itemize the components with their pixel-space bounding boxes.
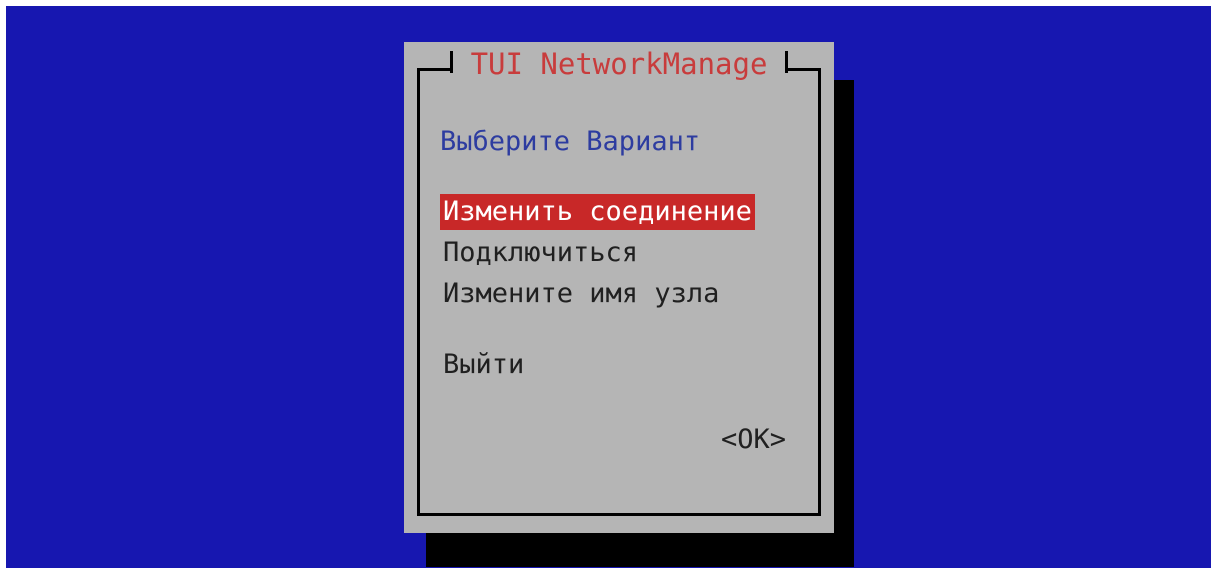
dialog-frame-bottom bbox=[417, 513, 821, 516]
menu-item-edit-connection[interactable]: Изменить соединение bbox=[440, 194, 755, 230]
menu-item-set-hostname[interactable]: Измените имя узла bbox=[440, 276, 722, 312]
menu-item-quit[interactable]: Выйти bbox=[440, 347, 527, 383]
dialog-title: TUI NetworkManage bbox=[470, 47, 768, 81]
dialog-frame-right bbox=[818, 68, 821, 516]
select-option-prompt: Выберите Вариант bbox=[440, 126, 701, 157]
dialog-frame-top-right bbox=[785, 51, 821, 73]
dialog-frame-top-left bbox=[417, 51, 453, 73]
network-manager-dialog: TUI NetworkManage Выберите Вариант Измен… bbox=[404, 42, 834, 533]
dialog-frame-left bbox=[417, 68, 420, 516]
terminal-screen: TUI NetworkManage Выберите Вариант Измен… bbox=[6, 6, 1211, 568]
menu-item-activate-connection[interactable]: Подключиться bbox=[440, 235, 641, 271]
ok-button[interactable]: <OK> bbox=[721, 422, 786, 458]
